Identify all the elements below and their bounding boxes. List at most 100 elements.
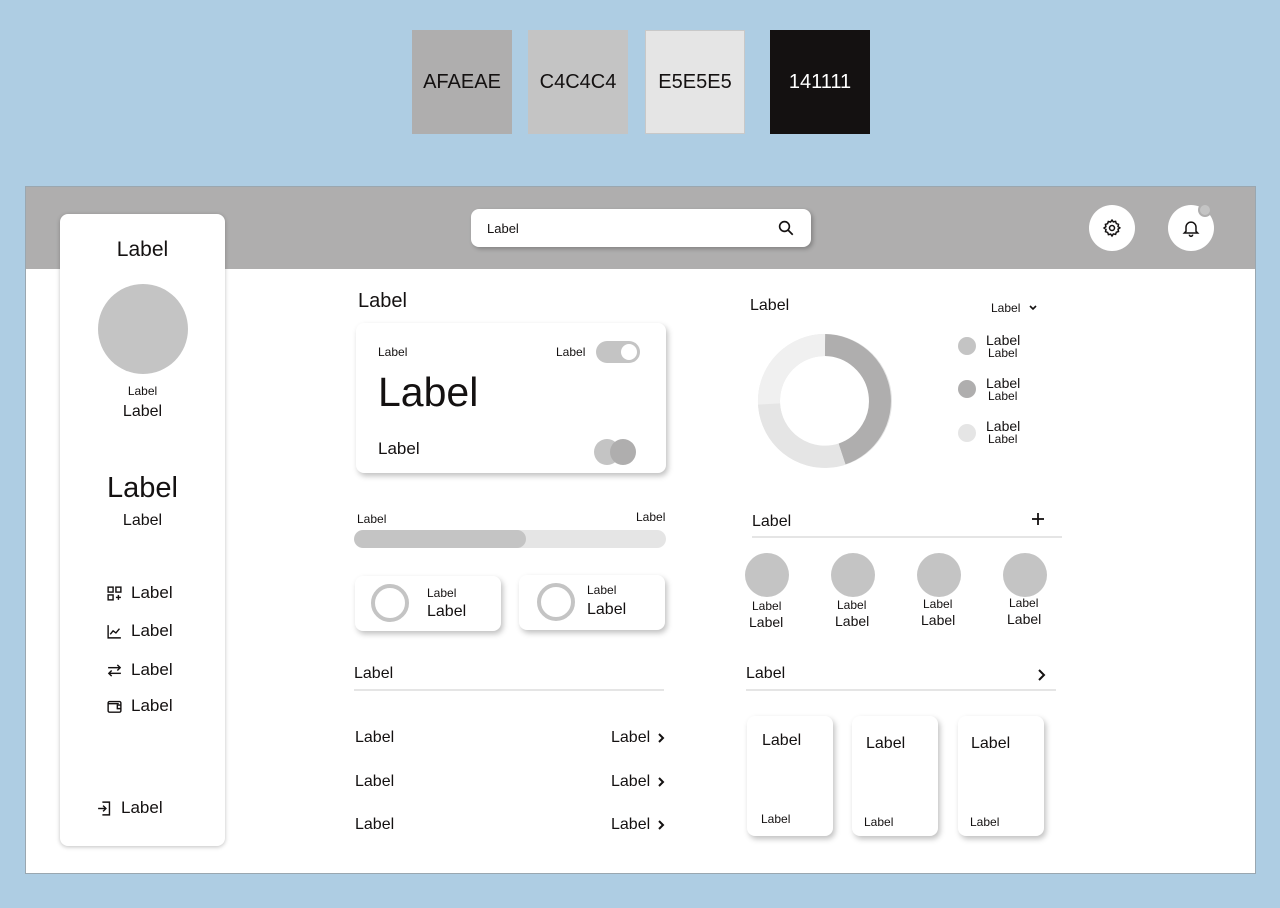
contact-caption: Label bbox=[837, 598, 867, 612]
gallery-card-title: Label bbox=[971, 735, 1011, 752]
gallery-card-title: Label bbox=[762, 732, 802, 749]
add-contact-button[interactable] bbox=[1031, 512, 1045, 526]
mini-card-value: Label bbox=[587, 601, 627, 618]
contact-avatar[interactable] bbox=[831, 553, 875, 597]
balance-toggle[interactable] bbox=[596, 341, 640, 363]
mini-card-value: Label bbox=[427, 603, 467, 620]
chevron-right-icon bbox=[658, 820, 665, 830]
swatch-hex: AFAEAE bbox=[423, 70, 501, 93]
sidebar-item-transfers[interactable]: Label bbox=[106, 660, 173, 680]
donut-chart bbox=[757, 333, 892, 468]
gallery-card[interactable]: Label Label bbox=[852, 716, 938, 836]
gallery-card-caption: Label bbox=[761, 812, 791, 826]
search-input[interactable]: Label bbox=[487, 221, 777, 236]
list-item-left: Label bbox=[355, 816, 395, 833]
logout-label: Label bbox=[121, 798, 163, 817]
balance-card[interactable]: Label Label Label Label bbox=[356, 323, 666, 473]
list-title: Label bbox=[354, 665, 394, 682]
legend-sub: Label bbox=[988, 389, 1018, 403]
contact-caption: Label bbox=[752, 599, 782, 613]
swatch-hex: C4C4C4 bbox=[539, 70, 617, 93]
contact-name: Label bbox=[749, 614, 784, 630]
transfer-icon bbox=[107, 663, 122, 677]
gallery-title: Label bbox=[746, 665, 786, 682]
chart-line-icon bbox=[107, 624, 121, 639]
list-item-right[interactable]: Label bbox=[611, 816, 666, 834]
mini-card[interactable]: Label Label bbox=[355, 576, 501, 631]
list-item-left: Label bbox=[355, 729, 395, 746]
swatch-141111: 141111 bbox=[770, 30, 870, 134]
swatch-afaeae: AFAEAE bbox=[412, 30, 512, 134]
balance-card-caption: Label bbox=[378, 345, 408, 359]
sidebar-item-wallet[interactable]: Label bbox=[106, 696, 173, 716]
gear-icon bbox=[1102, 218, 1122, 238]
card-brand-icon bbox=[594, 439, 638, 465]
mini-card-caption: Label bbox=[427, 586, 457, 600]
settings-button[interactable] bbox=[1089, 205, 1135, 251]
list-item-value: Label bbox=[611, 816, 651, 833]
wallet-icon bbox=[107, 700, 122, 713]
stat-value: Label bbox=[107, 472, 178, 504]
notification-badge bbox=[1198, 203, 1212, 217]
toggle-label: Label bbox=[556, 345, 586, 359]
list-item-left: Label bbox=[355, 773, 395, 790]
list-item-right[interactable]: Label bbox=[611, 773, 666, 791]
legend-dot bbox=[958, 337, 976, 355]
chevron-down-icon bbox=[1029, 305, 1037, 311]
list-divider bbox=[354, 689, 664, 691]
dashboard-frame: Label Label Label Label Label Label Labe… bbox=[25, 186, 1256, 874]
profile-caption: Label bbox=[127, 384, 158, 398]
progress-ring-icon bbox=[371, 584, 409, 622]
balance-footer: Label bbox=[378, 439, 420, 458]
logout-button[interactable]: Label bbox=[96, 798, 163, 818]
contact-name: Label bbox=[835, 613, 870, 629]
logout-icon bbox=[98, 800, 111, 816]
sidebar-item-label: Label bbox=[131, 660, 173, 679]
list-item-value: Label bbox=[611, 773, 651, 790]
profile-name: Label bbox=[122, 403, 163, 420]
contacts-title: Label bbox=[752, 513, 792, 530]
period-dropdown-value: Label bbox=[991, 301, 1021, 315]
contacts-divider bbox=[752, 536, 1062, 538]
contact-avatar[interactable] bbox=[1003, 553, 1047, 597]
sidebar-item-label: Label bbox=[131, 621, 173, 640]
sidebar-title: Label bbox=[116, 238, 169, 261]
balance-amount: Label bbox=[378, 369, 479, 415]
donut-title: Label bbox=[750, 297, 790, 314]
progress-label-left: Label bbox=[357, 512, 387, 526]
avatar[interactable] bbox=[98, 284, 188, 374]
gallery-card-caption: Label bbox=[864, 815, 894, 829]
sidebar-item-dashboard[interactable]: Label bbox=[106, 583, 173, 603]
chevron-right-icon bbox=[658, 777, 665, 787]
sidebar-item-analytics[interactable]: Label bbox=[106, 621, 173, 641]
list-item-right[interactable]: Label bbox=[611, 729, 666, 747]
period-dropdown[interactable]: Label bbox=[991, 301, 1038, 315]
sidebar: Label Label Label Label Label Label Labe… bbox=[60, 214, 225, 846]
legend-sub: Label bbox=[988, 432, 1018, 446]
search-bar[interactable]: Label bbox=[471, 209, 811, 247]
gallery-card-title: Label bbox=[866, 735, 906, 752]
gallery-card-caption: Label bbox=[970, 815, 1000, 829]
legend-dot bbox=[958, 380, 976, 398]
contact-avatar[interactable] bbox=[745, 553, 789, 597]
grid-add-icon bbox=[107, 585, 122, 601]
gallery-divider bbox=[746, 689, 1056, 691]
gallery-card[interactable]: Label Label bbox=[958, 716, 1044, 836]
contact-name: Label bbox=[921, 612, 956, 628]
bell-icon bbox=[1182, 221, 1200, 238]
sidebar-item-label: Label bbox=[131, 696, 173, 715]
list-item-value: Label bbox=[611, 729, 651, 746]
progress-fill bbox=[354, 530, 526, 548]
contact-avatar[interactable] bbox=[917, 553, 961, 597]
gallery-card[interactable]: Label Label bbox=[747, 716, 833, 836]
chevron-right-icon[interactable] bbox=[1036, 668, 1046, 682]
mini-card-caption: Label bbox=[587, 583, 617, 597]
sidebar-item-label: Label bbox=[131, 583, 173, 602]
stat-caption: Label bbox=[122, 512, 163, 529]
search-icon[interactable] bbox=[777, 219, 795, 237]
legend-sub: Label bbox=[988, 346, 1018, 360]
contact-caption: Label bbox=[1009, 596, 1039, 610]
mini-card[interactable]: Label Label bbox=[519, 575, 665, 630]
contact-name: Label bbox=[1007, 611, 1042, 627]
progress-ring-icon bbox=[537, 583, 575, 621]
